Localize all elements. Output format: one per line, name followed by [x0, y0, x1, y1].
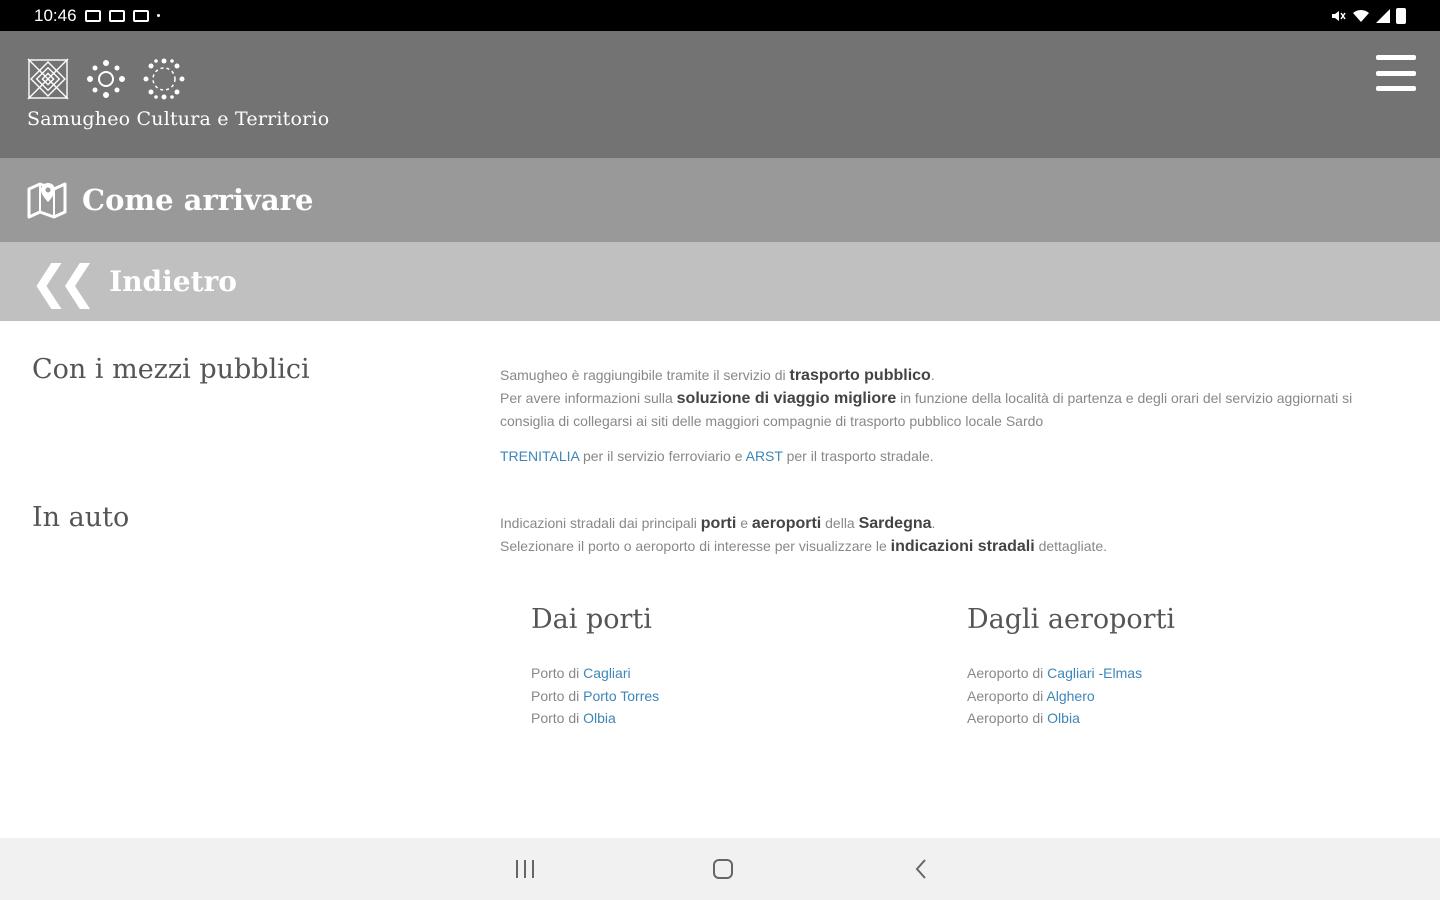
page-title: Come arrivare — [82, 183, 314, 217]
home-button[interactable] — [688, 838, 758, 900]
logo-group[interactable] — [26, 57, 186, 101]
airport-item-cagliari-elmas: Aeroporto di Cagliari -Elmas — [967, 665, 1143, 681]
ports-list: Porto di Cagliari Porto di Porto Torres … — [531, 662, 659, 730]
airport-item-alghero: Aeroporto di Alghero — [967, 687, 1095, 704]
back-button[interactable]: ❮❮ Indietro — [0, 242, 1440, 321]
section-heading-by-car: In auto — [32, 502, 130, 533]
airport-item-olbia: Aeroporto di Olbia — [967, 710, 1080, 726]
port-item-cagliari: Porto di Cagliari — [531, 665, 631, 681]
flower-logo-icon — [87, 60, 125, 98]
back-icon — [915, 859, 926, 879]
signal-icon — [1376, 8, 1390, 23]
status-time: 10:46 — [34, 5, 77, 25]
wifi-icon — [1353, 9, 1369, 22]
app-header: Samugheo Cultura e Territorio — [0, 31, 1440, 158]
public-transport-text: Samugheo è raggiungibile tramite il serv… — [500, 364, 1380, 468]
more-notifications-icon — [156, 14, 160, 17]
double-chevron-left-icon: ❮❮ — [30, 254, 97, 309]
airport-link-alghero[interactable]: Alghero — [1046, 688, 1094, 704]
trenitalia-link[interactable]: TRENITALIA — [500, 448, 579, 464]
port-item-porto-torres: Porto di Porto Torres — [531, 687, 660, 704]
recents-icon — [516, 860, 534, 878]
airport-link-cagliari-elmas[interactable]: Cagliari -Elmas — [1047, 665, 1142, 681]
by-car-line-1: Indicazioni stradali dai principali port… — [500, 515, 936, 532]
by-car-text: Indicazioni stradali dai principali port… — [500, 512, 1380, 558]
home-icon — [713, 859, 733, 879]
ring-logo-icon — [143, 58, 185, 100]
airports-heading: Dagli aeroporti — [967, 604, 1176, 635]
mute-icon — [1332, 10, 1346, 21]
menu-button[interactable] — [1376, 55, 1416, 91]
status-bar: 10:46 — [0, 0, 1440, 31]
screenshot-notification-icon — [108, 9, 125, 22]
recents-button[interactable] — [490, 838, 560, 900]
system-nav-bar — [0, 838, 1440, 900]
battery-icon — [1396, 7, 1406, 24]
nav-back-button[interactable] — [886, 838, 956, 900]
airport-link-olbia[interactable]: Olbia — [1047, 710, 1080, 726]
public-transport-line-1: Samugheo è raggiungibile tramite il serv… — [500, 367, 935, 384]
menu-icon — [1376, 55, 1416, 60]
port-item-olbia: Porto di Olbia — [531, 710, 616, 726]
brand-name[interactable]: Samugheo Cultura e Territorio — [27, 108, 329, 130]
photo-notification-icon — [132, 9, 149, 22]
port-link-olbia[interactable]: Olbia — [583, 710, 616, 726]
section-heading-public-transport: Con i mezzi pubblici — [32, 354, 310, 385]
public-transport-line-2: Per avere informazioni sulla soluzione d… — [500, 390, 1353, 429]
map-pin-icon — [27, 182, 67, 219]
ports-heading: Dai porti — [531, 604, 652, 635]
airports-list: Aeroporto di Cagliari -Elmas Aeroporto d… — [967, 662, 1142, 730]
port-link-porto-torres[interactable]: Porto Torres — [583, 688, 659, 704]
page-title-bar: Come arrivare — [0, 158, 1440, 242]
by-car-line-2: Selezionare il porto o aeroporto di inte… — [500, 538, 1108, 555]
back-label: Indietro — [109, 265, 237, 298]
gallery-notification-icon — [84, 9, 101, 22]
pattern-logo-icon — [27, 58, 69, 100]
arst-link[interactable]: ARST — [746, 448, 783, 464]
port-link-cagliari[interactable]: Cagliari — [583, 665, 630, 681]
public-transport-line-3: TRENITALIA per il servizio ferroviario e… — [500, 448, 934, 464]
